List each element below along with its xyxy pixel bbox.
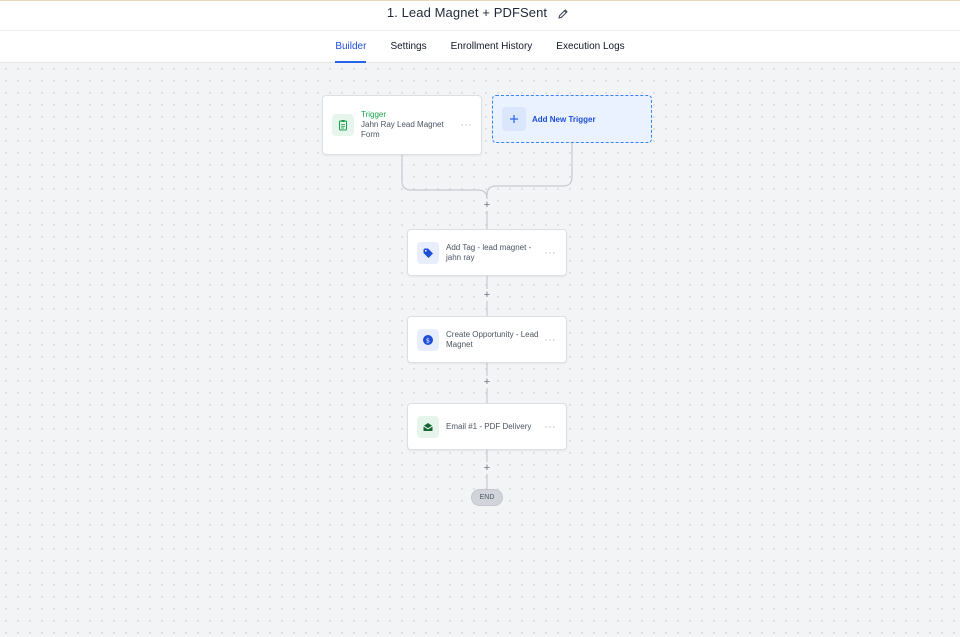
add-new-trigger-label: Add New Trigger [532,114,596,124]
action-more-menu-icon[interactable]: ··· [545,247,557,258]
trigger-more-menu-icon[interactable]: ··· [461,120,473,131]
action-text: Create Opportunity - Lead Magnet [446,329,539,349]
add-step-button[interactable]: + [481,462,493,474]
action-more-menu-icon[interactable]: ··· [545,421,557,432]
svg-text:$: $ [426,336,430,344]
tag-icon [417,241,439,264]
envelope-icon [417,415,439,438]
trigger-label: Trigger [361,110,387,119]
tab-enrollment-history[interactable]: Enrollment History [439,31,545,62]
tab-settings[interactable]: Settings [378,31,438,62]
title-wrap: 1. Lead Magnet + PDFSent [387,5,569,20]
add-step-button[interactable]: + [481,376,493,388]
add-step-button[interactable]: + [481,199,493,211]
header-bar: 1. Lead Magnet + PDFSent [0,0,960,30]
tab-execution-logs[interactable]: Execution Logs [544,31,636,62]
workflow-title: 1. Lead Magnet + PDFSent [386,5,548,20]
plus-icon [502,107,526,131]
tab-bar: Builder Settings Enrollment History Exec… [0,30,960,63]
add-new-trigger-button[interactable]: Add New Trigger [492,95,652,143]
action-node-email[interactable]: Email #1 - PDF Delivery ··· [407,403,567,450]
action-node-add-tag[interactable]: Add Tag - lead magnet - jahn ray ··· [407,229,567,276]
action-node-create-opportunity[interactable]: $ Create Opportunity - Lead Magnet ··· [407,316,567,363]
add-step-button[interactable]: + [481,289,493,301]
edit-pencil-icon[interactable] [557,7,569,19]
action-text: Email #1 - PDF Delivery [446,421,532,431]
action-more-menu-icon[interactable]: ··· [545,334,557,345]
clipboard-icon [332,114,354,136]
trigger-node[interactable]: Trigger Jahn Ray Lead Magnet Form ··· [322,95,482,155]
dollar-icon: $ [417,328,439,351]
end-marker: END [471,489,503,506]
action-text: Add Tag - lead magnet - jahn ray [446,242,532,262]
trigger-text-block: Trigger Jahn Ray Lead Magnet Form [361,110,449,140]
trigger-name: Jahn Ray Lead Magnet Form [361,120,444,139]
tab-builder[interactable]: Builder [323,31,378,63]
